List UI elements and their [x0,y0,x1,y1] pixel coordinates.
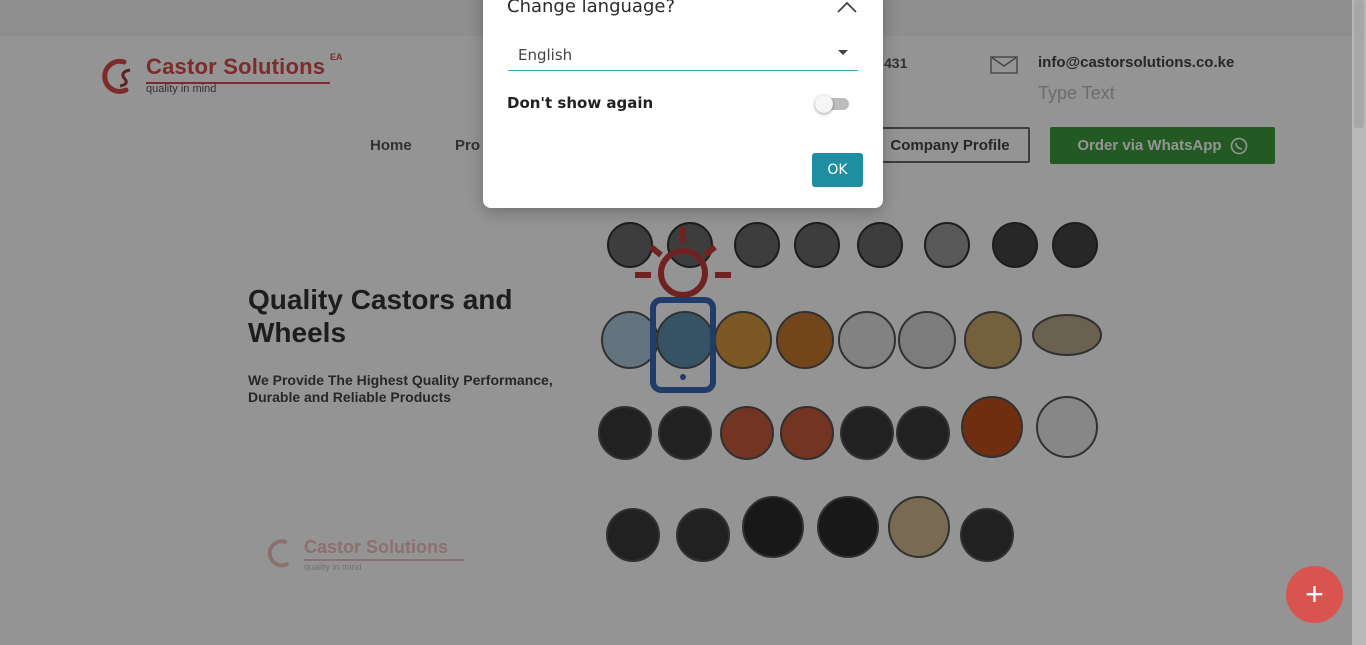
change-language-dialog: Change language? English Don't show agai… [483,0,883,208]
chevron-up-icon[interactable] [835,0,859,20]
dialog-title: Change language? [507,0,675,17]
scrollbar-thumb[interactable] [1354,0,1364,128]
ok-button-label: OK [827,162,848,178]
dont-show-again-toggle[interactable] [815,95,849,113]
caret-down-icon [838,50,848,55]
plus-icon: + [1305,576,1324,612]
ok-button[interactable]: OK [812,153,863,187]
language-select-value: English [518,46,573,64]
language-select[interactable]: English [508,38,858,71]
floating-add-button[interactable]: + [1286,566,1343,623]
dont-show-again-label: Don't show again [507,94,654,112]
toggle-knob [815,95,833,113]
